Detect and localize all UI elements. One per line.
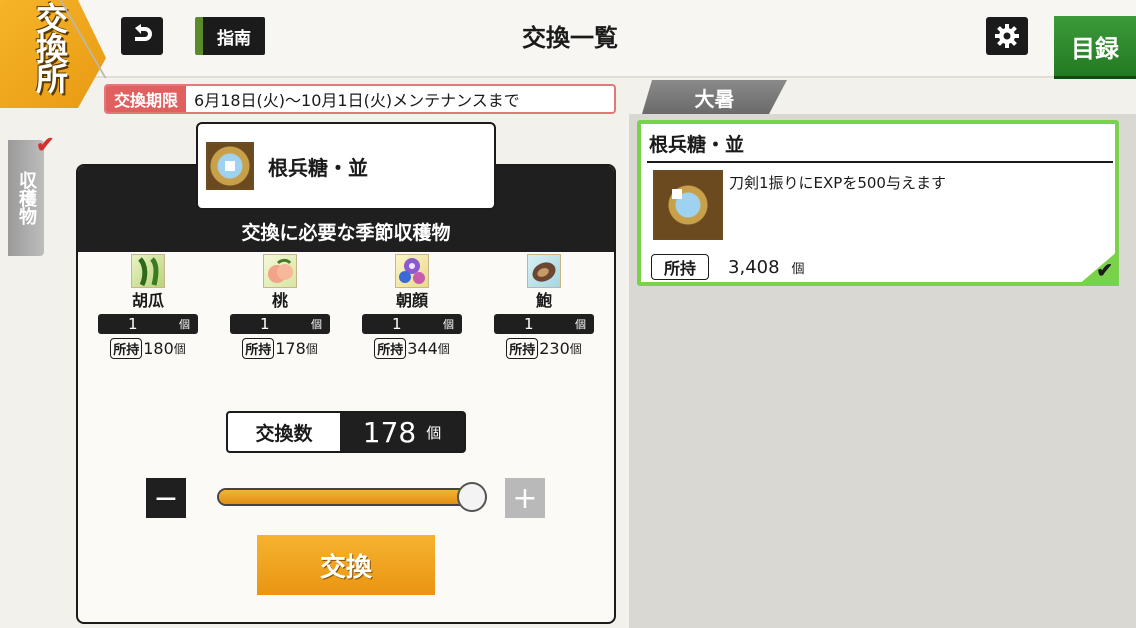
exchange-period: 交換期限 6月18日(火)〜10月1日(火)メンテナンスまで [104,84,616,114]
target-item-card: 根兵糖・並 [196,122,496,210]
material-name: 朝顔 [395,291,428,310]
owned-unit: 個 [305,342,318,356]
material-item: 桃 1 個 所持 178 個 [228,254,332,384]
divider [647,161,1113,163]
owned-count: 230 [539,339,570,358]
required-unit: 個 [311,318,322,331]
material-owned: 所持 230 個 [492,338,596,359]
exchange-count-value: 178 個 [340,413,464,451]
required-unit: 個 [179,318,190,331]
period-value: 6月18日(火)〜10月1日(火)メンテナンスまで [194,91,520,110]
plus-icon: + [512,480,538,516]
checkmark-icon: ✔ [36,132,55,158]
material-name: 胡瓜 [131,291,164,310]
owned-tag: 所持 [374,338,407,359]
back-button[interactable] [121,17,163,55]
konpeito-icon [206,142,254,190]
abalone-icon [527,254,561,288]
slider-handle[interactable] [457,482,487,512]
material-required: 1 個 [230,314,330,334]
material-item: 胡瓜 1 個 所持 180 個 [96,254,200,384]
count-unit: 個 [426,423,442,442]
material-owned: 所持 344 個 [360,338,464,359]
decrease-button[interactable]: − [146,478,186,518]
minus-icon: − [153,480,179,516]
required-count: 1 [392,315,402,333]
required-unit: 個 [443,318,454,331]
period-label: 交換期限 [106,86,187,112]
list-item-title: 根兵糖・並 [649,134,745,156]
guide-button[interactable]: 指南 [195,17,265,55]
material-name: 桃 [271,291,288,310]
material-item: 鮑 1 個 所持 230 個 [492,254,596,384]
list-item-owned: 所持 3,408 個 [651,254,805,280]
shop-badge-text: 交換所 [31,2,69,92]
gear-icon [995,24,1019,48]
catalog-button[interactable]: 目録 [1054,16,1136,76]
material-required: 1 個 [98,314,198,334]
required-materials-heading: 交換に必要な季節収穫物 [241,222,451,244]
owned-count: 344 [407,339,438,358]
morning-glory-icon [395,254,429,288]
required-count: 1 [260,315,270,333]
owned-tag: 所持 [506,338,539,359]
material-required: 1 個 [494,314,594,334]
quantity-slider[interactable] [217,488,487,506]
required-count: 1 [524,315,534,333]
increase-button[interactable]: + [505,478,545,518]
target-item-name: 根兵糖・並 [268,155,368,180]
owned-count: 180 [143,339,174,358]
owned-count: 178 [275,339,306,358]
exchange-count: 交換数 178 個 [226,411,466,453]
list-item-description: 刀剣1振りにEXPを500与えます [729,174,946,192]
owned-count: 3,408 [728,256,780,278]
owned-tag: 所持 [242,338,275,359]
materials-list: 胡瓜 1 個 所持 180 個 桃 1 個 所持 178 個 朝顔 1 個 所持… [96,254,596,384]
owned-unit: 個 [173,342,186,356]
exchange-button[interactable]: 交換 [257,535,435,595]
list-item[interactable]: 根兵糖・並 刀剣1振りにEXPを500与えます 所持 3,408 個 ✔ [637,120,1119,286]
selected-check-icon: ✔ [1077,250,1119,286]
konpeito-icon [653,170,723,240]
material-name: 鮑 [535,291,552,310]
exchange-count-label: 交換数 [228,413,340,451]
settings-button[interactable] [986,17,1028,55]
material-owned: 所持 180 個 [96,338,200,359]
material-owned: 所持 178 個 [228,338,332,359]
required-unit: 個 [575,318,586,331]
slider-fill [219,490,485,504]
count-number: 178 [362,415,417,449]
owned-unit: 個 [437,342,450,356]
page-title: 交換一覧 [522,23,618,52]
owned-tag: 所持 [651,254,710,280]
owned-unit: 個 [791,261,805,277]
material-item: 朝顔 1 個 所持 344 個 [360,254,464,384]
peach-icon [263,254,297,288]
required-count: 1 [128,315,138,333]
material-required: 1 個 [362,314,462,334]
owned-unit: 個 [569,342,582,356]
owned-tag: 所持 [110,338,143,359]
tab-season[interactable]: 大暑 [642,80,787,114]
back-arrow-icon [135,24,152,41]
cucumber-icon [131,254,165,288]
